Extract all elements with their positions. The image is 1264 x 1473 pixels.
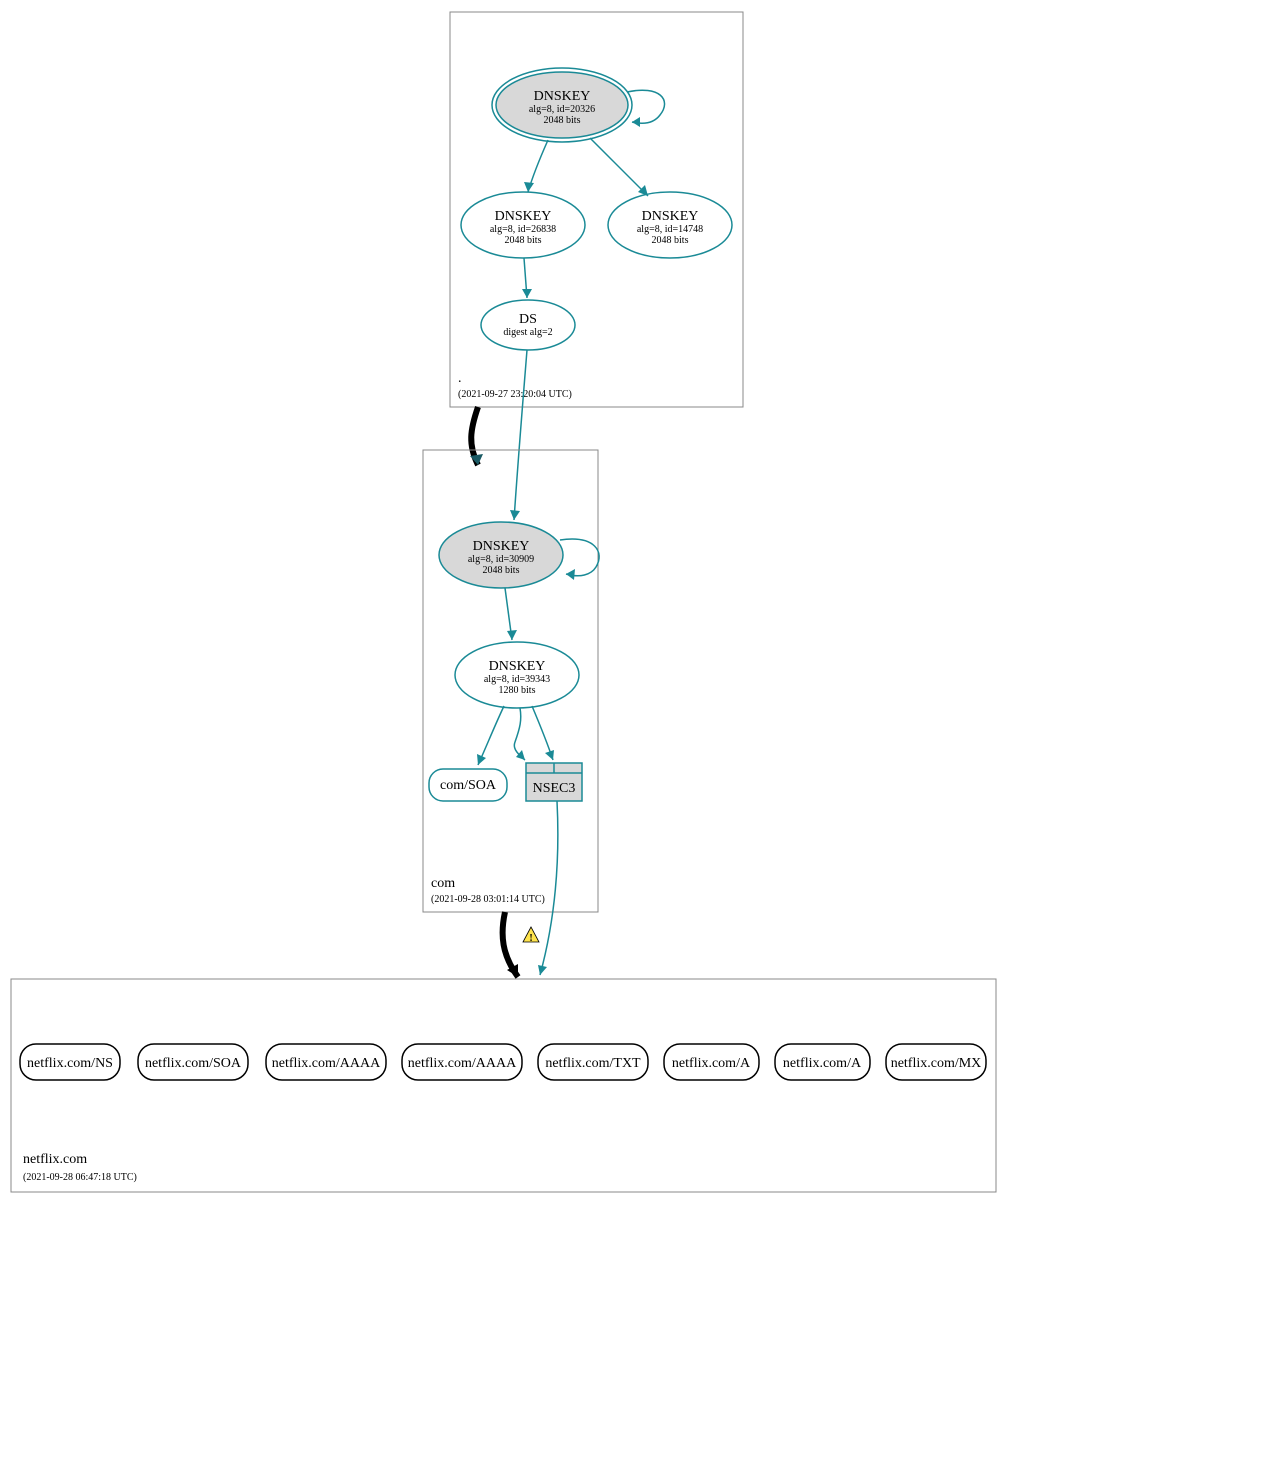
com-nsec3-node: NSEC3 [526,763,582,801]
svg-text:2048 bits: 2048 bits [544,115,581,126]
netflix-record-a-2: netflix.com/A [775,1044,870,1080]
svg-text:alg=8, id=39343: alg=8, id=39343 [484,674,550,685]
warning-icon: ! [523,927,539,944]
svg-text:2048 bits: 2048 bits [505,235,542,246]
svg-text:1280 bits: 1280 bits [499,685,536,696]
svg-text:DNSKEY: DNSKEY [473,539,530,554]
svg-text:netflix.com/A: netflix.com/A [783,1056,862,1071]
svg-text:netflix.com/SOA: netflix.com/SOA [145,1056,242,1071]
com-zone-timestamp: (2021-09-28 03:01:14 UTC) [431,894,545,905]
svg-text:NSEC3: NSEC3 [533,781,576,796]
root-zone-label: . [458,371,462,386]
com-zsk-node: DNSKEY alg=8, id=39343 1280 bits [455,642,579,708]
svg-text:DNSKEY: DNSKEY [495,209,552,224]
dnssec-diagram: . (2021-09-27 23:20:04 UTC) DNSKEY alg=8… [0,0,1264,1473]
netflix-record-txt: netflix.com/TXT [538,1044,648,1080]
svg-text:DNSKEY: DNSKEY [489,659,546,674]
root-zone-timestamp: (2021-09-27 23:20:04 UTC) [458,389,572,400]
netflix-zone-box [11,979,996,1192]
svg-text:alg=8, id=14748: alg=8, id=14748 [637,224,703,235]
svg-text:DS: DS [519,312,537,327]
netflix-zone-timestamp: (2021-09-28 06:47:18 UTC) [23,1172,137,1183]
netflix-record-a-1: netflix.com/A [664,1044,759,1080]
svg-text:netflix.com/A: netflix.com/A [672,1056,751,1071]
svg-text:DNSKEY: DNSKEY [534,89,591,104]
svg-text:2048 bits: 2048 bits [483,565,520,576]
svg-text:com/SOA: com/SOA [440,778,497,793]
svg-text:digest alg=2: digest alg=2 [503,327,552,338]
svg-text:alg=8, id=20326: alg=8, id=20326 [529,104,595,115]
svg-text:netflix.com/MX: netflix.com/MX [891,1056,982,1071]
com-ksk-node: DNSKEY alg=8, id=30909 2048 bits [439,522,563,588]
netflix-record-aaaa-1: netflix.com/AAAA [266,1044,386,1080]
netflix-record-ns: netflix.com/NS [20,1044,120,1080]
netflix-zone-label: netflix.com [23,1152,87,1167]
svg-text:netflix.com/TXT: netflix.com/TXT [545,1056,641,1071]
netflix-record-soa: netflix.com/SOA [138,1044,248,1080]
root-ksk-node: DNSKEY alg=8, id=20326 2048 bits [492,68,632,142]
com-ksk-selfloop [560,539,599,576]
root-zsk2-node: DNSKEY alg=8, id=14748 2048 bits [608,192,732,258]
svg-text:netflix.com/NS: netflix.com/NS [27,1056,113,1071]
svg-text:2048 bits: 2048 bits [652,235,689,246]
svg-text:DNSKEY: DNSKEY [642,209,699,224]
svg-text:netflix.com/AAAA: netflix.com/AAAA [272,1056,381,1071]
netflix-record-mx: netflix.com/MX [886,1044,986,1080]
svg-text:!: ! [529,933,532,944]
root-ds-to-com-ksk [514,350,527,520]
svg-text:netflix.com/AAAA: netflix.com/AAAA [408,1056,517,1071]
com-soa-node: com/SOA [429,769,507,801]
com-zone-label: com [431,876,455,891]
netflix-record-aaaa-2: netflix.com/AAAA [402,1044,522,1080]
svg-text:alg=8, id=26838: alg=8, id=26838 [490,224,556,235]
svg-text:alg=8, id=30909: alg=8, id=30909 [468,554,534,565]
com-nsec3-to-netflix [540,801,558,975]
root-zsk1-node: DNSKEY alg=8, id=26838 2048 bits [461,192,585,258]
root-ds-node: DS digest alg=2 [481,300,575,350]
